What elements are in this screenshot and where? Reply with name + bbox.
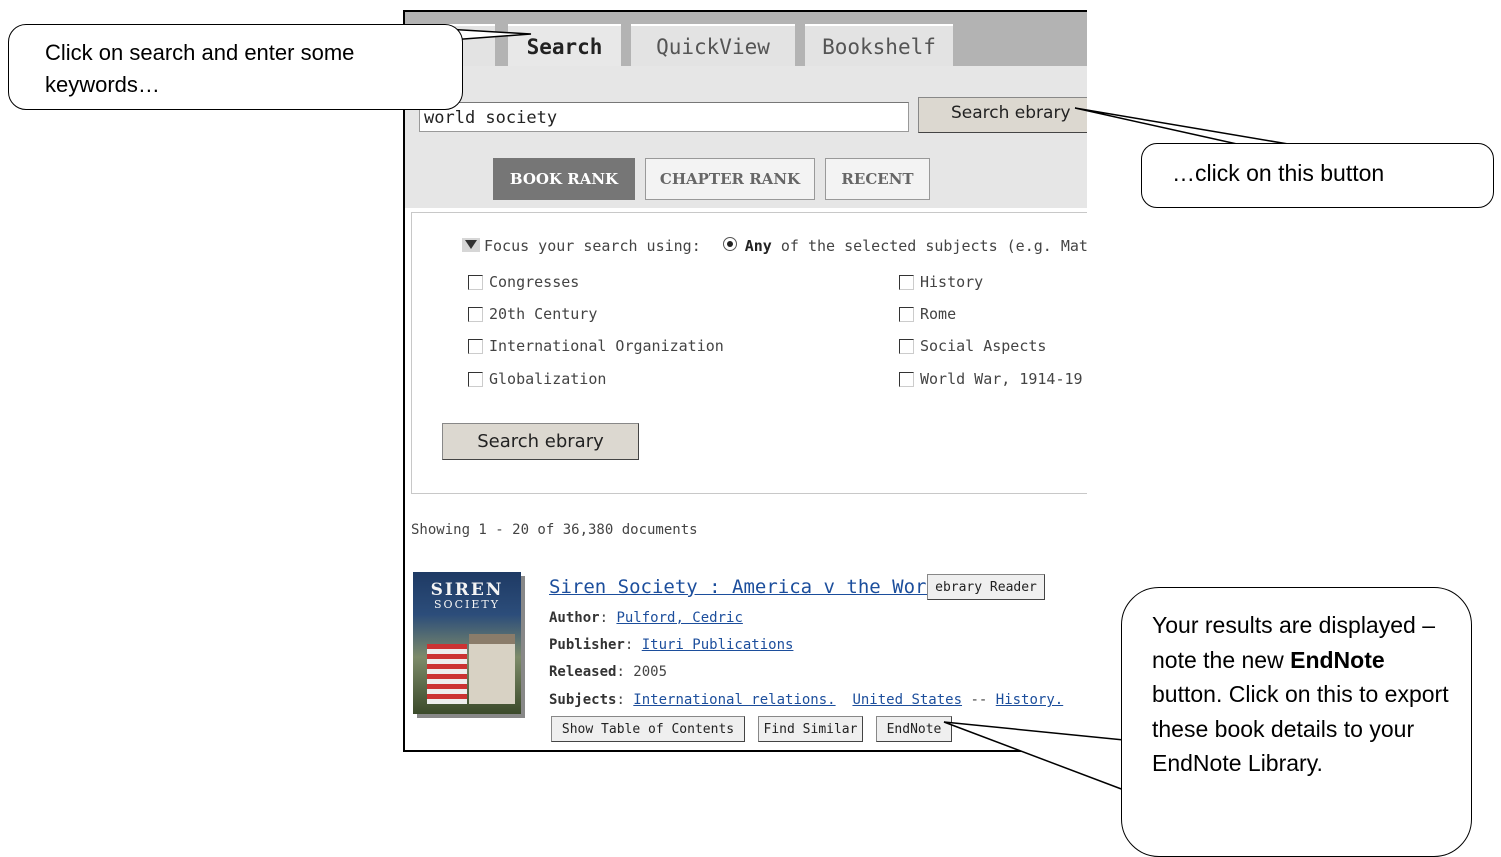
- checkbox-icon[interactable]: [468, 371, 483, 387]
- checkbox-world-war[interactable]: World War, 1914-19: [899, 370, 1083, 388]
- show-toc-button[interactable]: Show Table of Contents: [551, 716, 745, 742]
- checkbox-social-aspects[interactable]: Social Aspects: [899, 337, 1046, 355]
- checkbox-international-organization[interactable]: International Organization: [468, 337, 724, 355]
- checkbox-icon[interactable]: [468, 306, 483, 322]
- subject-link-united-states[interactable]: United States: [852, 692, 962, 708]
- tab-search[interactable]: Search: [508, 24, 621, 68]
- publisher-link[interactable]: Ituri Publications: [642, 637, 794, 653]
- subjects-row: Subjects: International relations. Unite…: [549, 692, 1064, 708]
- released-value: 2005: [633, 664, 668, 680]
- checkbox-label: 20th Century: [489, 305, 598, 323]
- any-label: Any: [744, 237, 772, 255]
- checkbox-icon[interactable]: [899, 338, 914, 354]
- search-ebrary-button[interactable]: Search ebrary: [918, 97, 1087, 133]
- checkbox-label: Globalization: [489, 370, 607, 388]
- tab-recent[interactable]: RECENT: [825, 158, 930, 200]
- checkbox-icon[interactable]: [899, 306, 914, 322]
- tab-bookshelf[interactable]: Bookshelf: [805, 24, 953, 68]
- cover-title: SIREN: [430, 580, 504, 600]
- subjects-label: Subjects: [549, 692, 617, 708]
- checkbox-globalization[interactable]: Globalization: [468, 370, 606, 388]
- collapse-triangle-icon[interactable]: [462, 238, 480, 252]
- checkbox-label: Social Aspects: [920, 337, 1047, 355]
- subject-link-history[interactable]: History.: [996, 692, 1063, 708]
- focus-label: Focus your search using:: [484, 237, 701, 255]
- ebrary-reader-button[interactable]: ebrary Reader: [927, 574, 1045, 600]
- focus-search-panel: Focus your search using: Any of the selec…: [411, 212, 1087, 494]
- author-link[interactable]: Pulford, Cedric: [616, 610, 742, 626]
- author-row: Author: Pulford, Cedric: [549, 610, 743, 626]
- cover-subtitle: SOCIETY: [434, 598, 500, 611]
- released-row: Released: 2005: [549, 664, 668, 680]
- checkbox-label: International Organization: [489, 337, 724, 355]
- checkbox-rome[interactable]: Rome: [899, 305, 956, 323]
- callout2-pointer: [1074, 107, 1301, 147]
- cover-house: [469, 634, 515, 704]
- search-input[interactable]: world society: [419, 102, 909, 132]
- callout-button-hint: …click on this button: [1141, 143, 1494, 208]
- ebrary-screenshot: Search QuickView Bookshelf world society…: [403, 10, 1087, 752]
- book-title-link[interactable]: Siren Society : America v the World: [549, 576, 949, 598]
- checkbox-congresses[interactable]: Congresses: [468, 273, 579, 291]
- callout3-endnote: EndNote: [1290, 646, 1385, 673]
- publisher-row: Publisher: Ituri Publications: [549, 637, 794, 653]
- checkbox-label: Congresses: [489, 273, 580, 291]
- checkbox-20th-century[interactable]: 20th Century: [468, 305, 597, 323]
- checkbox-history[interactable]: History: [899, 273, 983, 291]
- find-similar-button[interactable]: Find Similar: [758, 716, 863, 742]
- checkbox-label: World War, 1914-19: [920, 370, 1083, 388]
- endnote-button[interactable]: EndNote: [876, 716, 952, 742]
- checkbox-icon[interactable]: [899, 274, 914, 290]
- subject-link-international-relations[interactable]: International relations.: [633, 692, 835, 708]
- released-label: Released: [549, 664, 617, 680]
- subject-separator: --: [970, 692, 988, 708]
- tab-bar: Search QuickView Bookshelf: [405, 12, 1087, 68]
- search-ebrary-button-2[interactable]: Search ebrary: [442, 423, 639, 460]
- checkbox-label: Rome: [920, 305, 957, 323]
- checkbox-icon[interactable]: [468, 338, 483, 354]
- book-cover-image[interactable]: SIREN SOCIETY: [413, 572, 521, 714]
- search-panel: world society Search ebrary BOOK RANK CH…: [405, 66, 1087, 208]
- callout-search-hint: Click on search and enter some keywords…: [8, 24, 463, 110]
- radio-any-icon[interactable]: [722, 237, 737, 251]
- author-label: Author: [549, 610, 600, 626]
- results-count: Showing 1 - 20 of 36,380 documents: [411, 522, 698, 538]
- tab-chapter-rank[interactable]: CHAPTER RANK: [645, 158, 815, 200]
- callout3-text-b: button. Click on this to export these bo…: [1152, 681, 1449, 776]
- callout-results-hint: Your results are displayed – note the ne…: [1121, 587, 1472, 857]
- cover-flag: [427, 644, 467, 704]
- publisher-label: Publisher: [549, 637, 625, 653]
- focus-rest: of the selected subjects (e.g. Math O: [780, 237, 1087, 255]
- focus-line: Focus your search using: Any of the selec…: [462, 237, 1087, 255]
- tab-book-rank[interactable]: BOOK RANK: [493, 158, 635, 200]
- checkbox-icon[interactable]: [468, 274, 483, 290]
- tab-quickview[interactable]: QuickView: [631, 24, 795, 68]
- checkbox-label: History: [920, 273, 984, 291]
- checkbox-icon[interactable]: [899, 371, 914, 387]
